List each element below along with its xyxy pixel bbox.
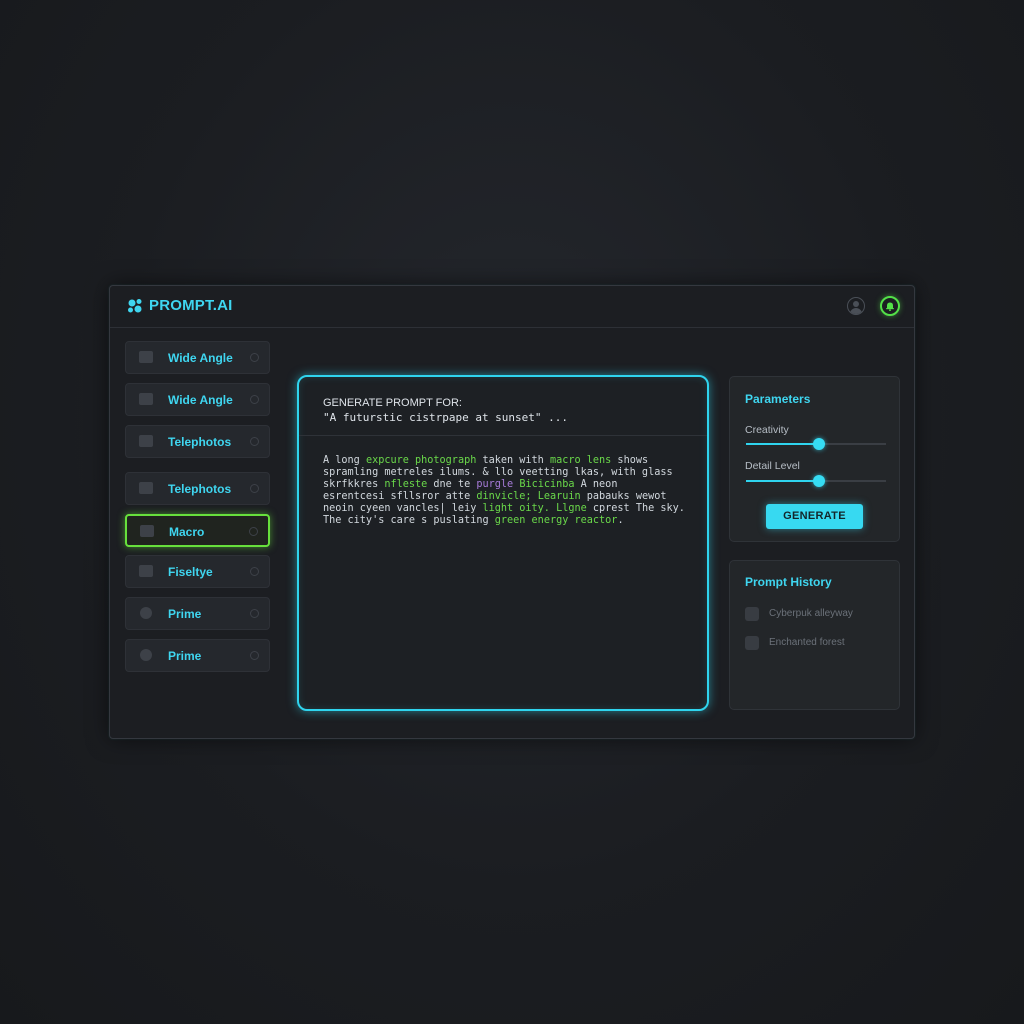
info-icon xyxy=(250,609,259,618)
sidebar-item-label: Prime xyxy=(168,649,202,663)
highlighted-term: nfleste xyxy=(384,479,428,490)
sidebar-item-label: Telephotos xyxy=(168,482,232,496)
camera-icon xyxy=(139,565,153,577)
highlighted-term: Learuin xyxy=(537,491,581,502)
history-item-icon xyxy=(745,607,759,621)
creativity-slider[interactable] xyxy=(746,438,886,450)
sidebar-item-macro[interactable]: Macro xyxy=(125,514,270,547)
sidebar-item-fiseltye[interactable]: Fiseltye xyxy=(125,555,270,588)
highlighted-term: expcure photograph xyxy=(365,455,477,466)
detail-level-label: Detail Level xyxy=(745,460,800,472)
history-item-label: Enchanted forest xyxy=(769,637,845,648)
history-item-icon xyxy=(745,636,759,650)
highlighted-term: green energy xyxy=(494,515,569,526)
camera-icon xyxy=(139,482,153,494)
highlighted-term: Bicicinba xyxy=(519,479,575,490)
info-icon xyxy=(250,567,259,576)
parameters-title: Parameters xyxy=(745,392,811,406)
creativity-slider-handle[interactable] xyxy=(812,438,825,450)
prompt-text: skrfkkres xyxy=(323,479,385,490)
prompt-text: . xyxy=(617,515,624,526)
sidebar-item-label: Telephotos xyxy=(168,435,232,449)
detail-level-slider-handle[interactable] xyxy=(812,475,825,487)
app-window: PROMPT.AI Wide Angle Wide Angle Telephotos… xyxy=(109,285,915,739)
sidebar-item-wide-angle[interactable]: Wide Angle xyxy=(125,341,270,374)
highlighted-term: reactor xyxy=(574,515,618,526)
sidebar-item-telephotos[interactable]: Telephotos xyxy=(125,472,270,505)
sidebar-item-wide-angle[interactable]: Wide Angle xyxy=(125,383,270,416)
info-icon xyxy=(249,527,258,536)
info-icon xyxy=(250,437,259,446)
sidebar-item-label: Fiseltye xyxy=(168,565,213,579)
info-icon xyxy=(250,484,259,493)
info-icon xyxy=(250,395,259,404)
prompt-line: A long expcure photograph taken with mac… xyxy=(323,455,685,467)
brand-name: PROMPT.AI xyxy=(149,297,233,314)
highlighted-term: Llgne xyxy=(556,503,587,514)
bell-icon[interactable] xyxy=(880,296,900,316)
prompt-text: A long xyxy=(323,455,366,466)
highlighted-term: light oity. xyxy=(482,503,550,514)
prompt-line: The city's care s puslating green energy… xyxy=(323,515,685,527)
camera-icon xyxy=(139,435,153,447)
camera-icon xyxy=(139,393,153,405)
prompt-history-title: Prompt History xyxy=(745,575,832,589)
title-bar: PROMPT.AI xyxy=(110,286,914,328)
prompt-text: dne te xyxy=(427,479,477,490)
highlighted-term: macro lens xyxy=(549,455,612,466)
sidebar-item-prime[interactable]: Prime xyxy=(125,597,270,630)
editor-subject: "A futurstic cistrpape at sunset" ... xyxy=(323,411,569,424)
prompt-history-panel: Prompt History Cyberpuk alleyway Enchante… xyxy=(729,560,900,710)
highlighted-term: dinvicle; xyxy=(476,491,532,502)
creativity-label: Creativity xyxy=(745,424,789,436)
sidebar-item-label: Wide Angle xyxy=(168,393,233,407)
lens-icon xyxy=(140,607,152,619)
prompt-text: A neon xyxy=(574,479,618,490)
prompt-text: taken with xyxy=(476,455,550,466)
sidebar-item-label: Prime xyxy=(168,607,202,621)
camera-icon xyxy=(140,525,154,537)
camera-icon xyxy=(139,351,153,363)
history-item-label: Cyberpuk alleyway xyxy=(769,608,853,619)
info-icon xyxy=(250,353,259,362)
prompt-line: skrfkkres nfleste dne te purgle Bicicinb… xyxy=(323,479,685,491)
prompt-text: neoin cyeen vancles| leiy xyxy=(323,503,483,514)
parameters-panel: Parameters Creativity Detail Level GENER… xyxy=(729,376,900,542)
prompt-text: cprest The sky. xyxy=(586,503,685,514)
prompt-text: pabauks wewot xyxy=(580,491,667,502)
info-icon xyxy=(250,651,259,660)
generated-prompt-text[interactable]: A long expcure photograph taken with mac… xyxy=(323,455,685,527)
prompt-line: neoin cyeen vancles| leiy light oity. Ll… xyxy=(323,503,685,515)
editor-heading: GENERATE PROMPT FOR: xyxy=(323,397,462,409)
prompt-editor[interactable]: GENERATE PROMPT FOR: "A futurstic cistrp… xyxy=(297,375,709,711)
generate-button[interactable]: GENERATE xyxy=(766,504,863,529)
logo-icon xyxy=(128,299,142,313)
prompt-text: esrentcesi sfllsror atte xyxy=(323,491,477,502)
user-circle-icon[interactable] xyxy=(847,297,865,315)
editor-header: GENERATE PROMPT FOR: "A futurstic cistrp… xyxy=(299,377,707,436)
sidebar-item-telephotos[interactable]: Telephotos xyxy=(125,425,270,458)
sidebar-item-label: Wide Angle xyxy=(168,351,233,365)
lens-icon xyxy=(140,649,152,661)
prompt-line: esrentcesi sfllsror atte dinvicle; Learu… xyxy=(323,491,685,503)
prompt-text: shows xyxy=(611,455,649,466)
sidebar-item-prime[interactable]: Prime xyxy=(125,639,270,672)
detail-level-slider[interactable] xyxy=(746,475,886,487)
prompt-text: spramling metreles ilums. & llo veetting… xyxy=(323,467,673,478)
prompt-text: The city's care s puslating xyxy=(323,515,495,526)
sidebar-item-label: Macro xyxy=(169,525,205,539)
prompt-line: spramling metreles ilums. & llo veetting… xyxy=(323,467,685,479)
highlighted-term: purgle xyxy=(476,479,514,490)
